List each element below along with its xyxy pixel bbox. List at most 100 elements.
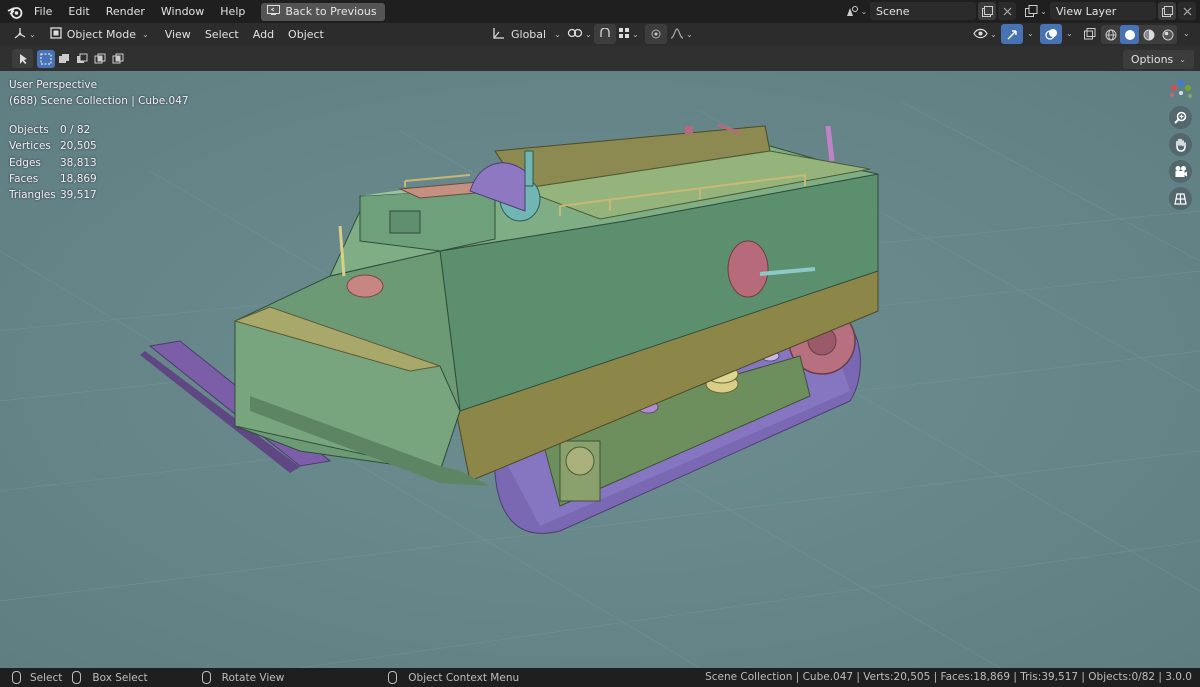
stat-value: 39,517 (60, 189, 97, 202)
menu-render[interactable]: Render (98, 0, 153, 23)
chevron-down-icon[interactable]: ⌄ (1027, 29, 1034, 38)
delete-scene-icon[interactable] (998, 2, 1016, 20)
chevron-down-icon: ⌄ (554, 30, 561, 39)
chevron-down-icon: ⌄ (632, 30, 639, 39)
view-layer-selector: ⌄ View Layer (1022, 2, 1196, 20)
status-select: Select (12, 671, 62, 684)
stat-value: 18,869 (60, 172, 97, 185)
stat-row-vertices: Vertices 20,505 (9, 138, 97, 154)
shading-mode-group (1101, 25, 1177, 44)
menu-object[interactable]: Object (281, 23, 331, 46)
back-to-previous-label: Back to Previous (285, 5, 377, 18)
stat-label: Edges (9, 156, 41, 169)
gizmo-toggle-icon[interactable] (1001, 24, 1023, 44)
view-layer-icon[interactable]: ⌄ (1022, 2, 1050, 20)
new-scene-icon[interactable] (978, 2, 996, 20)
menu-select[interactable]: Select (198, 23, 246, 46)
camera-view-icon[interactable] (1169, 160, 1192, 183)
eye-icon (973, 28, 988, 42)
stat-label: Triangles (9, 189, 56, 202)
mode-dropdown[interactable]: Object Mode ⌄ (44, 24, 154, 45)
screen-back-icon (267, 4, 281, 19)
new-view-layer-icon[interactable] (1158, 2, 1176, 20)
blender-logo-icon[interactable] (4, 0, 26, 23)
stat-row-edges: Edges 38,813 (9, 155, 97, 171)
collection-label: (688) Scene Collection | Cube.047 (9, 95, 189, 107)
options-dropdown[interactable]: Options ⌄ (1122, 50, 1194, 69)
xray-toggle-icon[interactable] (1079, 24, 1101, 44)
status-box-select-label: Box Select (92, 671, 148, 684)
menu-window[interactable]: Window (153, 0, 212, 23)
chevron-down-icon: ⌄ (990, 30, 997, 39)
select-extend-icon[interactable] (55, 50, 73, 68)
menu-add[interactable]: Add (246, 23, 281, 46)
scene-icon[interactable]: ⌄ (842, 2, 870, 20)
stat-value: 38,813 (60, 156, 97, 169)
mouse-right-icon (388, 671, 398, 684)
chevron-down-icon[interactable]: ⌄ (1066, 29, 1073, 38)
statistics-overlay: Objects 0 / 82 Vertices 20,505 Edges 38,813… (9, 122, 97, 203)
falloff-dropdown[interactable]: ⌄ (665, 25, 698, 45)
chevron-down-icon: ⌄ (585, 30, 592, 39)
material-preview-icon[interactable] (1139, 25, 1158, 44)
proportional-edit-icon[interactable] (645, 24, 667, 44)
pan-view-hand-icon[interactable] (1169, 133, 1192, 156)
perspective-toggle-grid-icon[interactable] (1169, 187, 1192, 210)
stat-value: 0 / 82 (60, 124, 91, 136)
select-intersect-icon[interactable] (109, 50, 127, 68)
menu-edit[interactable]: Edit (60, 0, 97, 23)
3d-viewport[interactable]: User Perspective (688) Scene Collection … (0, 71, 1200, 668)
options-label: Options (1130, 53, 1174, 66)
status-select-label: Select (30, 671, 63, 684)
snap-target-dropdown[interactable]: ⌄ (614, 25, 644, 45)
rendered-shading-icon[interactable] (1158, 25, 1177, 44)
stat-label: Objects (9, 124, 49, 136)
select-difference-icon[interactable] (91, 50, 109, 68)
menu-view[interactable]: View (158, 23, 198, 46)
status-context-label: Object Context Menu (408, 671, 520, 684)
visibility-dropdown[interactable]: ⌄ (968, 25, 1002, 45)
select-new-icon[interactable] (37, 49, 55, 68)
zoom-view-icon[interactable] (1169, 106, 1192, 129)
mouse-drag-icon (72, 671, 82, 684)
select-subtract-icon[interactable] (73, 50, 91, 68)
chevron-down-icon: ⌄ (142, 30, 149, 39)
axis-gizmo[interactable] (1168, 79, 1194, 101)
chevron-down-icon[interactable]: ⌄ (1183, 29, 1190, 38)
link-icon (567, 27, 583, 42)
scene-name-field[interactable]: Scene (870, 2, 976, 20)
status-rotate-label: Rotate View (221, 671, 285, 684)
perspective-label: User Perspective (9, 79, 98, 91)
overlays-toggle-icon[interactable] (1040, 24, 1062, 44)
menu-file[interactable]: File (26, 0, 60, 23)
stat-row-objects: Objects 0 / 82 (9, 122, 97, 138)
view-layer-name-field[interactable]: View Layer (1050, 2, 1156, 20)
back-to-previous-button[interactable]: Back to Previous (261, 2, 385, 21)
scene-selector: ⌄ Scene (842, 2, 1016, 20)
transform-orientation-dropdown[interactable]: Global ⌄ (487, 25, 566, 45)
stat-label: Vertices (9, 140, 51, 153)
editor-type-button[interactable]: ⌄ (8, 25, 41, 45)
mode-label: Object Mode (66, 28, 136, 41)
menu-help[interactable]: Help (212, 0, 253, 23)
viewport-canvas[interactable] (0, 71, 1200, 668)
pivot-point-dropdown[interactable]: ⌄ (562, 25, 597, 45)
mouse-middle-icon (201, 671, 211, 684)
wireframe-shading-icon[interactable] (1101, 25, 1120, 44)
chevron-down-icon: ⌄ (1179, 55, 1186, 64)
stat-value: 20,505 (60, 140, 97, 153)
stat-row-faces: Faces 18,869 (9, 171, 97, 187)
status-box-select: Box Select (72, 671, 148, 684)
solid-shading-icon[interactable] (1120, 25, 1139, 44)
stat-label: Faces (9, 172, 39, 185)
mouse-left-icon (12, 671, 21, 684)
tweak-tool-icon[interactable] (12, 49, 33, 68)
viewport-header: ⌄ Object Mode ⌄ View Select Add Object G… (0, 23, 1200, 46)
3d-viewport-icon (13, 27, 27, 43)
grid-icon (619, 27, 630, 42)
stat-row-triangles: Triangles 39,517 (9, 187, 97, 203)
status-bar: Select Box Select Rotate View Object Con… (0, 668, 1200, 687)
delete-view-layer-icon[interactable] (1178, 2, 1196, 20)
snap-toggle-icon[interactable] (594, 24, 616, 44)
tool-settings-bar (0, 46, 1200, 71)
